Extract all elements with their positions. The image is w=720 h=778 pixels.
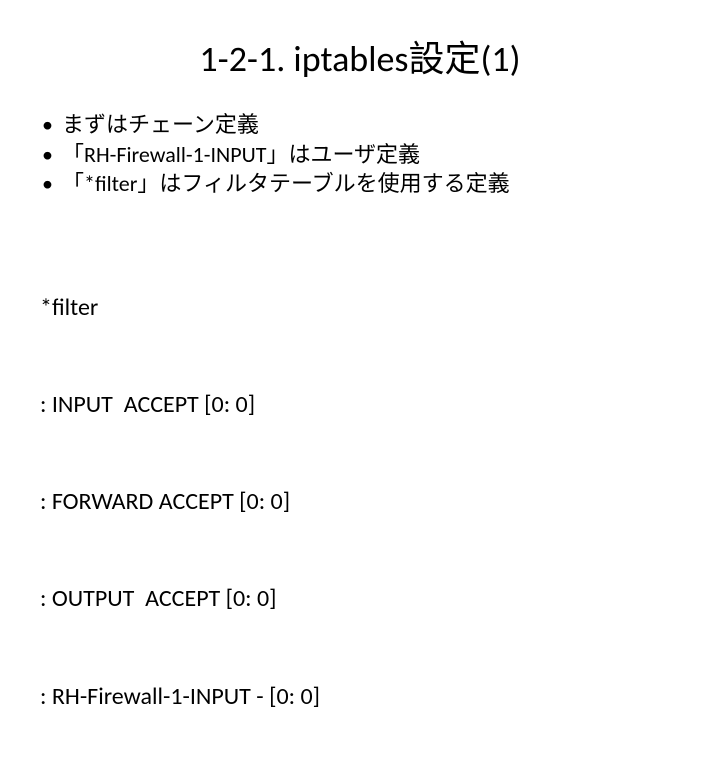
code-block: *filter : INPUT ACCEPT [0: 0] : FORWARD …: [40, 227, 680, 778]
code-line: : RH-Firewall-1-INPUT - [0: 0]: [40, 681, 680, 713]
slide-title: 1-2-1. iptables設定(1): [40, 30, 680, 82]
code-line: : OUTPUT ACCEPT [0: 0]: [40, 583, 680, 615]
code-line: : FORWARD ACCEPT [0: 0]: [40, 486, 680, 518]
code-line: : INPUT ACCEPT [0: 0]: [40, 389, 680, 421]
bullet-item: 「RH-Firewall-1-INPUT」はユーザ定義: [40, 140, 680, 170]
code-line: *filter: [40, 292, 680, 324]
bullet-list: まずはチェーン定義 「RH-Firewall-1-INPUT」はユーザ定義 「*…: [40, 110, 680, 199]
slide: 1-2-1. iptables設定(1) まずはチェーン定義 「RH-Firew…: [0, 0, 720, 540]
bullet-item: まずはチェーン定義: [40, 110, 680, 140]
bullet-item: 「*filter」はフィルタテーブルを使用する定義: [40, 169, 680, 199]
